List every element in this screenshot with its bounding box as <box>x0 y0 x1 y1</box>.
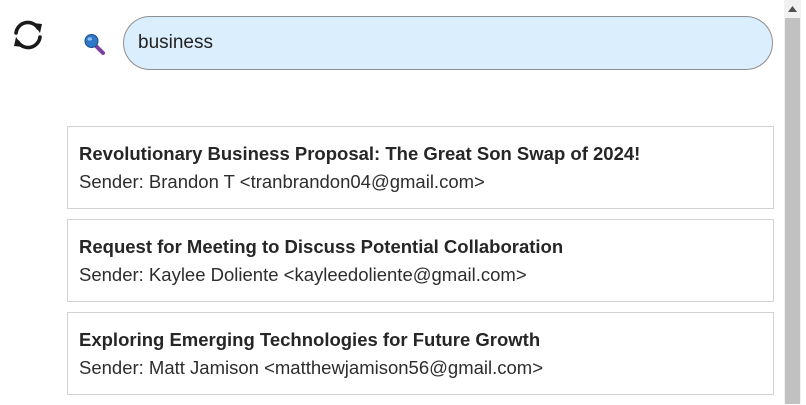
scrollbar-thumb[interactable] <box>785 18 800 404</box>
result-title: Exploring Emerging Technologies for Futu… <box>79 329 541 350</box>
result-sender: Sender: Matt Jamison <matthewjamison56@g… <box>79 357 544 378</box>
search-icon <box>82 31 108 57</box>
search-input[interactable] <box>123 16 773 70</box>
result-sender: Sender: Brandon T <tranbrandon04@gmail.c… <box>79 171 485 192</box>
result-sender: Sender: Kaylee Doliente <kayleedoliente@… <box>79 264 527 285</box>
chevron-up-icon <box>788 5 797 12</box>
refresh-button[interactable] <box>8 15 48 55</box>
result-item[interactable]: Exploring Emerging Technologies for Futu… <box>67 312 774 395</box>
vertical-scrollbar[interactable] <box>784 0 801 404</box>
result-title: Request for Meeting to Discuss Potential… <box>79 236 564 257</box>
refresh-icon <box>14 20 42 50</box>
scroll-up-button[interactable] <box>784 0 801 17</box>
result-item[interactable]: Revolutionary Business Proposal: The Gre… <box>67 126 774 209</box>
results-list: Revolutionary Business Proposal: The Gre… <box>67 126 774 405</box>
result-item[interactable]: Request for Meeting to Discuss Potential… <box>67 219 774 302</box>
result-title: Revolutionary Business Proposal: The Gre… <box>79 143 641 164</box>
